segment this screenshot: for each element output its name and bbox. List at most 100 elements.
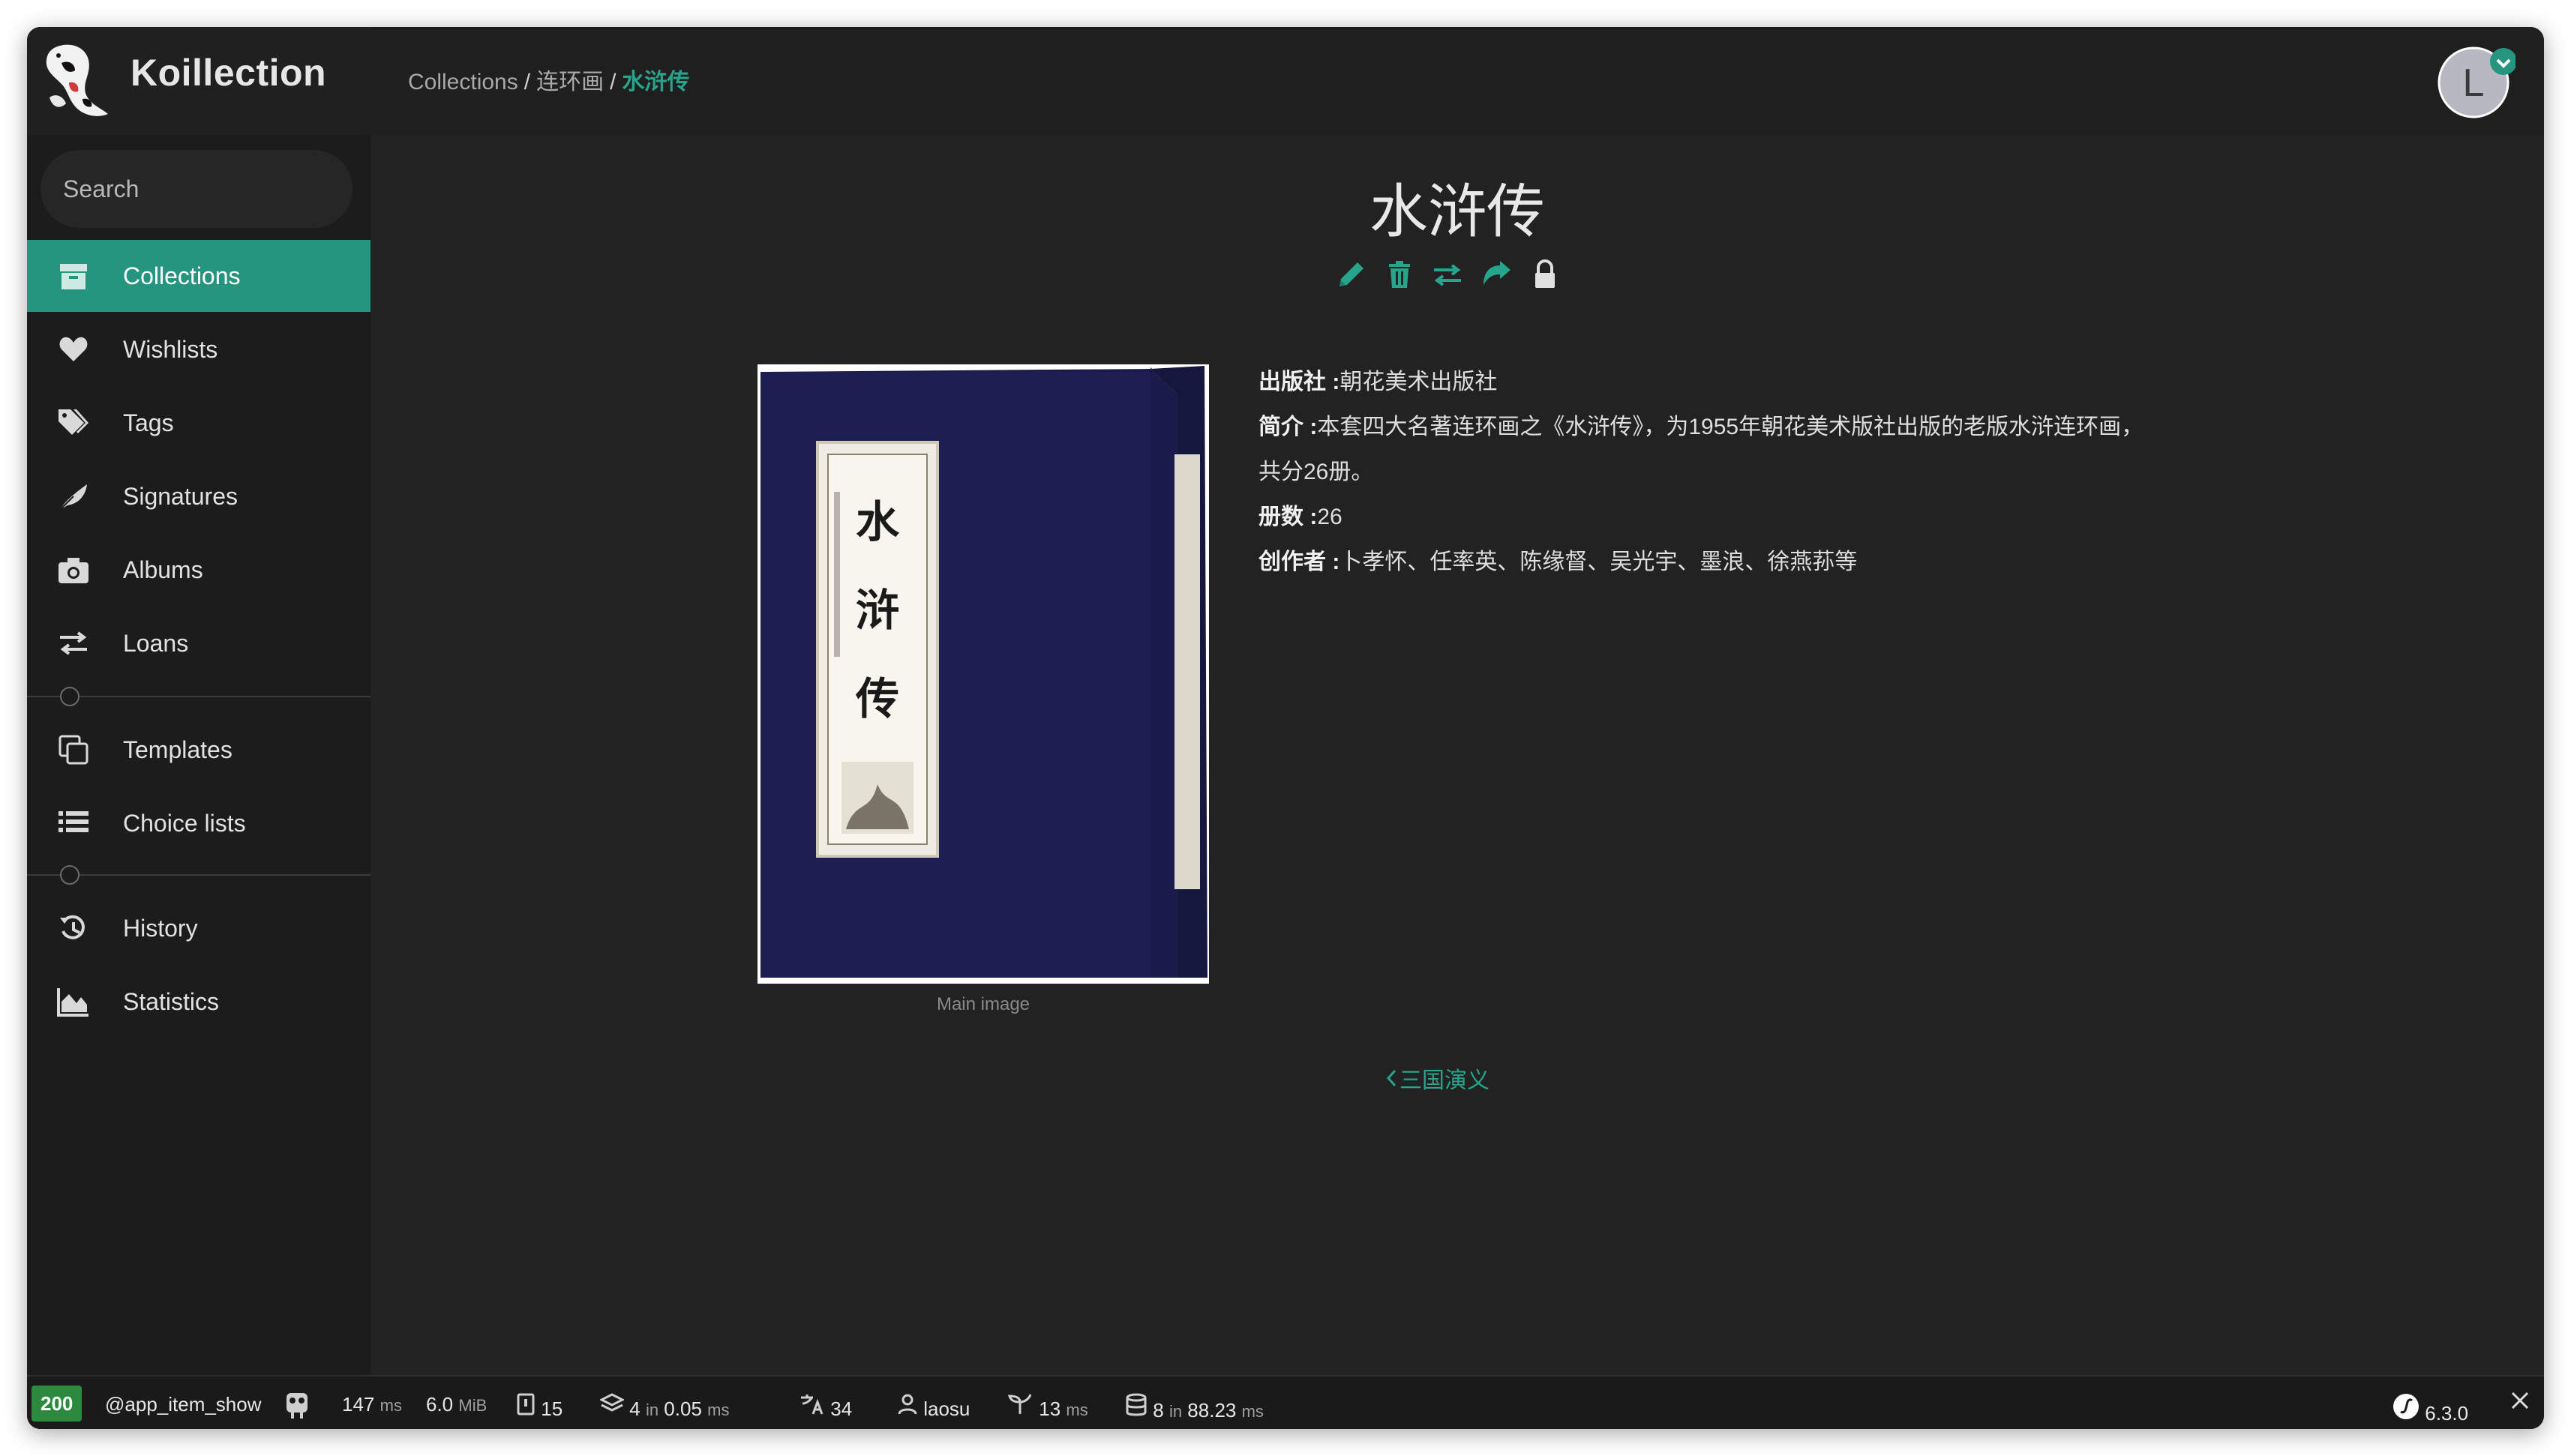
status-badge[interactable]: 200: [32, 1386, 82, 1422]
field-value: 本套四大名著连环画之《水浒传》，为1955年朝花美术版社出版的老版水浒连环画，共…: [1258, 415, 2144, 484]
sidebar-item-statistics[interactable]: Statistics: [27, 966, 370, 1038]
form-icon: [517, 1393, 535, 1416]
sidebar-item-label: Albums: [123, 556, 203, 583]
brand[interactable]: Koillection: [27, 27, 370, 135]
separator-dot: [60, 687, 80, 706]
field-value: 卜孝怀、任率英、陈缘督、吴光宇、墨浪、徐燕荪等: [1340, 550, 1858, 574]
item-fields: 出版社 :朝花美术出版社 简介 :本套四大名著连环画之《水浒传》，为1955年朝…: [1258, 360, 2158, 585]
symfony-debug-toolbar: 200 @app_item_show 147 ms 6.0 MiB 15 4 i…: [27, 1375, 2544, 1429]
clone-icon: [58, 735, 88, 765]
pencil-icon: [1340, 262, 1364, 286]
breadcrumb-current: 水浒传: [622, 70, 690, 94]
heart-icon: [59, 337, 88, 361]
sidebar-item-loans[interactable]: Loans: [27, 607, 370, 679]
lock-icon: [1535, 259, 1555, 288]
visibility-button[interactable]: [1528, 258, 1562, 291]
chevron-left-icon: [1386, 1069, 1396, 1087]
sidebar-item-label: Statistics: [123, 988, 220, 1015]
field-value: 朝花美术出版社: [1340, 370, 1498, 394]
list-icon: [58, 811, 88, 832]
separator-dot: [60, 865, 80, 885]
breadcrumb: Collections / 连环画 / 水浒传: [408, 70, 690, 94]
sidebar-item-label: Templates: [123, 736, 232, 763]
translations-count[interactable]: 34: [800, 1393, 852, 1421]
controller-icon[interactable]: [282, 1387, 312, 1425]
main-image[interactable]: 水 浒 传: [758, 364, 1209, 984]
image-caption: Main image: [936, 994, 1030, 1014]
symfony-version[interactable]: 6.3.0: [2392, 1393, 2468, 1425]
user-icon: [898, 1394, 917, 1415]
koi-logo-icon: [46, 44, 108, 116]
top-header: Collections / 连环画 / 水浒传 L: [370, 27, 2544, 135]
field-value: 26: [1317, 505, 1342, 529]
sidebar-item-albums[interactable]: Albums: [27, 534, 370, 606]
delete-button[interactable]: [1383, 258, 1416, 291]
database-icon: [1126, 1393, 1147, 1416]
app-name: Koillection: [130, 52, 327, 94]
sidebar-item-label: Tags: [123, 409, 174, 436]
twig-time[interactable]: 13 ms: [1006, 1393, 1088, 1421]
sidebar: Koillection Search Collections Wishlists…: [27, 27, 370, 1375]
archive-icon: [60, 264, 87, 289]
twig-icon: [1007, 1394, 1032, 1414]
breadcrumb-link[interactable]: Collections: [408, 70, 518, 94]
sidebar-item-label: Wishlists: [123, 336, 218, 363]
field-row: 册数 :26: [1258, 495, 2158, 540]
sidebar-item-history[interactable]: History: [27, 892, 370, 964]
sidebar-item-wishlists[interactable]: Wishlists: [27, 313, 370, 385]
previous-item-label: 三国演义: [1400, 1068, 1490, 1093]
svg-text:L: L: [2463, 61, 2485, 105]
svg-text:水: 水: [856, 496, 900, 547]
trash-icon: [1389, 261, 1410, 288]
database-stats[interactable]: 8 in 88.23 ms: [1125, 1393, 1264, 1422]
sidebar-item-templates[interactable]: Templates: [27, 714, 370, 786]
close-toolbar-button[interactable]: [2510, 1390, 2530, 1416]
breadcrumb-link[interactable]: 连环画: [536, 70, 604, 94]
search-input[interactable]: Search: [40, 150, 352, 228]
layers-icon: [598, 1393, 626, 1412]
feather-icon: [59, 484, 87, 511]
exchange-icon: [60, 631, 87, 655]
field-row: 出版社 :朝花美术出版社: [1258, 360, 2158, 405]
route-name[interactable]: @app_item_show: [105, 1393, 262, 1416]
chart-area-icon: [57, 988, 88, 1017]
translate-icon: [801, 1395, 824, 1415]
sidebar-item-signatures[interactable]: Signatures: [27, 460, 370, 532]
field-label: 简介 :: [1258, 415, 1318, 439]
share-icon: [1484, 261, 1510, 285]
edit-button[interactable]: [1335, 258, 1368, 291]
sidebar-item-label: Signatures: [123, 483, 238, 510]
sidebar-item-label: History: [123, 915, 198, 942]
symfony-icon: [2393, 1394, 2419, 1419]
loan-button[interactable]: [1431, 258, 1464, 291]
cache-stats[interactable]: 4 in 0.05 ms: [598, 1393, 729, 1421]
avatar: L: [2438, 46, 2517, 118]
sidebar-item-label: Choice lists: [123, 810, 246, 837]
app-window: Koillection Search Collections Wishlists…: [27, 27, 2544, 1429]
memory-usage[interactable]: 6.0 MiB: [426, 1393, 487, 1416]
sidebar-item-label: Loans: [123, 630, 189, 657]
sidebar-item-label: Collections: [123, 262, 241, 289]
sidebar-item-tags[interactable]: Tags: [27, 387, 370, 459]
item-title: 水浒传: [1369, 178, 1545, 244]
previous-item-link[interactable]: 三国演义: [1384, 1062, 1490, 1095]
user-menu-button[interactable]: L: [2438, 40, 2517, 118]
svg-text:传: 传: [855, 673, 899, 724]
field-label: 出版社 :: [1258, 370, 1340, 394]
sidebar-item-choice-lists[interactable]: Choice lists: [27, 787, 370, 859]
camera-icon: [58, 558, 88, 583]
forms-count[interactable]: 15: [516, 1393, 562, 1421]
svg-text:浒: 浒: [856, 585, 899, 636]
field-row: 简介 :本套四大名著连环画之《水浒传》，为1955年朝花美术版社出版的老版水浒连…: [1258, 405, 2158, 495]
field-label: 创作者 :: [1258, 550, 1340, 574]
request-time[interactable]: 147 ms: [342, 1393, 402, 1416]
sidebar-item-collections[interactable]: Collections: [27, 240, 370, 312]
field-row: 创作者 :卜孝怀、任率英、陈缘督、吴光宇、墨浪、徐燕荪等: [1258, 540, 2158, 585]
tags-icon: [58, 409, 88, 435]
share-button[interactable]: [1480, 258, 1514, 291]
security-user[interactable]: laosu: [897, 1393, 970, 1421]
close-icon: [2511, 1392, 2529, 1410]
history-icon: [60, 915, 85, 939]
exchange-icon: [1434, 264, 1461, 286]
book-cover-image: 水 浒 传: [758, 364, 1209, 984]
